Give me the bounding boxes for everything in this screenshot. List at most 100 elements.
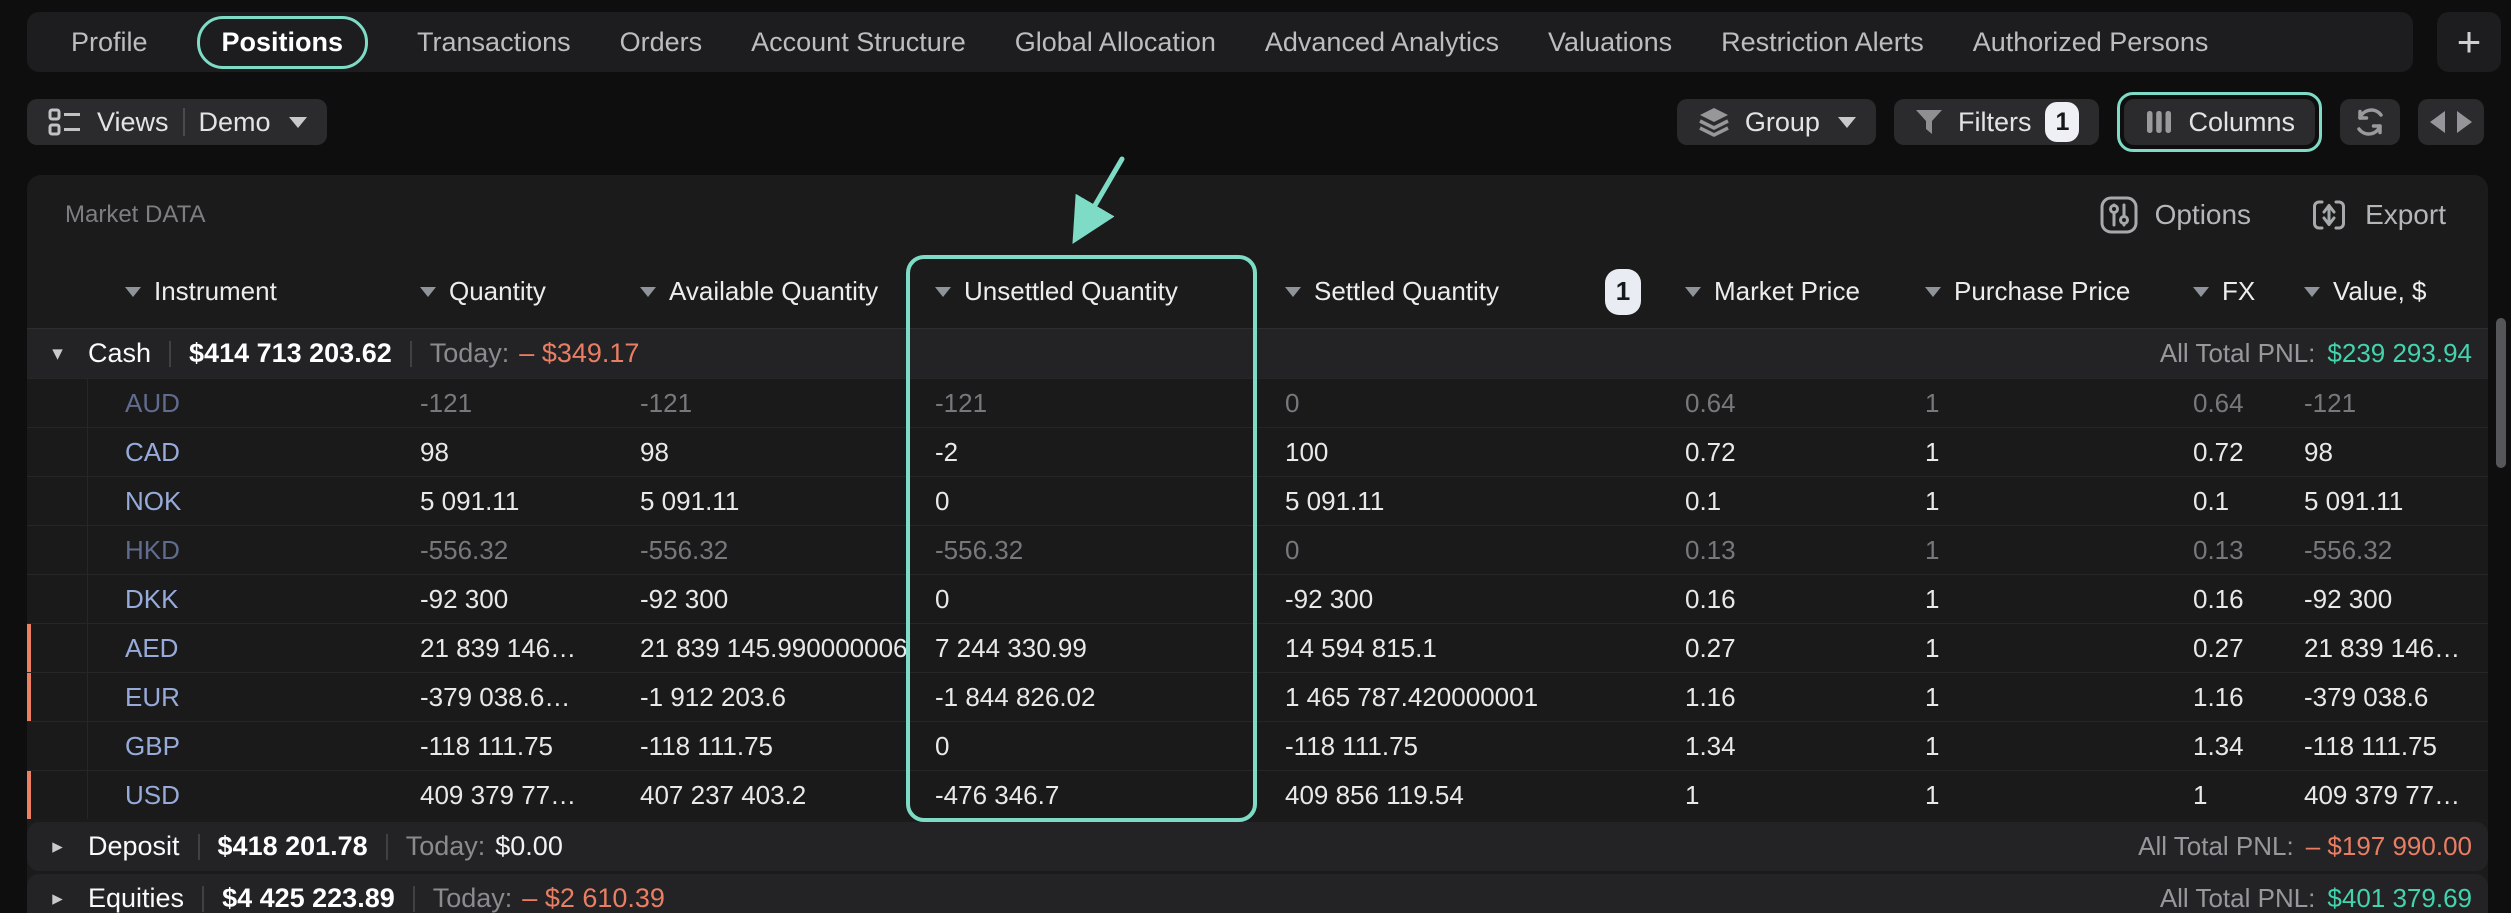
nav-tab-profile[interactable]: Profile [71,27,148,58]
column-header-fx[interactable]: FX [2145,255,2255,328]
column-header-instrument[interactable]: Instrument [88,255,400,328]
chevron-down-icon [1838,117,1856,128]
column-menu-caret-icon[interactable] [640,287,656,297]
nav-tab-account-structure[interactable]: Account Structure [751,27,966,58]
column-menu-caret-icon[interactable] [1925,287,1941,297]
group-row-equities[interactable]: ▸ Equities $4 425 223.89 Today: – $2 610… [27,874,2488,913]
row-select-cell[interactable] [27,771,88,819]
views-button[interactable]: Views Demo [27,99,327,145]
refresh-icon [2352,105,2388,139]
filters-button[interactable]: Filters 1 [1894,99,2100,145]
row-hkd[interactable]: HKD -556.32 -556.32 -556.32 0 0.13 1 0.1… [27,525,2488,574]
row-select-cell[interactable] [27,722,88,770]
group-total-pnl: All Total PNL: $239 293.94 [2160,338,2472,369]
column-header-unsettled[interactable]: Unsettled Quantity [908,255,1255,328]
column-header-market_price[interactable]: Market Price [1655,255,1895,328]
column-menu-caret-icon[interactable] [125,287,141,297]
cell-purchase-price: 1 [1895,486,2145,517]
cell-market-price: 0.1 [1655,486,1895,517]
column-menu-caret-icon[interactable] [935,287,951,297]
export-button[interactable]: Export [2309,195,2446,235]
refresh-button[interactable] [2340,99,2400,145]
export-label: Export [2365,199,2446,231]
group-pnl-label: All Total PNL: [2160,338,2316,369]
column-menu-caret-icon[interactable] [420,287,436,297]
cell-quantity: 5 091.11 [400,486,605,517]
cell-available-quantity: -1 912 203.6 [605,682,908,713]
row-usd[interactable]: USD 409 379 77… 407 237 403.2 -476 346.7… [27,770,2488,819]
cell-settled-quantity: 14 594 815.1 [1255,633,1655,664]
row-dkk[interactable]: DKK -92 300 -92 300 0 -92 300 0.16 1 0.1… [27,574,2488,623]
group-row-deposit[interactable]: ▸ Deposit $418 201.78 Today: $0.00 All T… [27,822,2488,871]
group-expand-caret-icon[interactable]: ▸ [27,886,88,911]
group-pnl-value: $239 293.94 [2327,338,2472,369]
cell-market-price: 0.72 [1655,437,1895,468]
cell-unsettled-quantity: -476 346.7 [908,780,1255,811]
page-right-icon[interactable] [2457,111,2472,133]
cell-instrument: EUR [88,682,400,713]
cell-settled-quantity: 0 [1255,388,1655,419]
nav-tab-positions[interactable]: Positions [197,16,369,69]
columns-button[interactable]: Columns [2124,99,2315,145]
row-select-cell[interactable] [27,673,88,721]
column-header-label: Purchase Price [1954,276,2130,307]
column-menu-caret-icon[interactable] [2193,287,2209,297]
cell-market-price: 1.16 [1655,682,1895,713]
nav-tab-orders[interactable]: Orders [620,27,703,58]
group-name: Deposit [88,831,180,862]
options-button[interactable]: Options [2099,195,2252,235]
group-button[interactable]: Group [1677,99,1876,145]
cell-unsettled-quantity: -556.32 [908,535,1255,566]
row-aud[interactable]: AUD -121 -121 -121 0 0.64 1 0.64 -121 [27,378,2488,427]
column-header-quantity[interactable]: Quantity [400,255,605,328]
cell-value: 5 091.11 [2255,486,2488,517]
row-select-cell[interactable] [27,428,88,476]
cell-purchase-price: 1 [1895,731,2145,762]
column-menu-caret-icon[interactable] [1285,287,1301,297]
nav-tab-global-allocation[interactable]: Global Allocation [1015,27,1216,58]
row-aed[interactable]: AED 21 839 146… 21 839 145.990000006 7 2… [27,623,2488,672]
cell-value: -121 [2255,388,2488,419]
cell-fx: 0.13 [2145,535,2255,566]
divider [202,886,204,912]
column-header-settled[interactable]: Settled Quantity 1 [1255,255,1655,328]
column-header-purchase_price[interactable]: Purchase Price [1895,255,2145,328]
cell-instrument: GBP [88,731,400,762]
group-expand-caret-icon[interactable]: ▸ [27,834,88,859]
group-row-cash[interactable]: ▾ Cash $414 713 203.62 Today: – $349.17 … [27,329,2488,378]
group-pnl-value: $401 379.69 [2327,883,2472,913]
group-expand-caret-icon[interactable]: ▾ [27,341,88,366]
row-eur[interactable]: EUR -379 038.6… -1 912 203.6 -1 844 826.… [27,672,2488,721]
column-header-available[interactable]: Available Quantity [605,255,908,328]
vertical-scrollbar-thumb[interactable] [2496,318,2506,468]
row-select-cell[interactable] [27,379,88,427]
header-spacer [27,255,88,328]
cell-available-quantity: -556.32 [605,535,908,566]
nav-tab-advanced-analytics[interactable]: Advanced Analytics [1265,27,1499,58]
chevron-down-icon [289,117,307,128]
column-menu-caret-icon[interactable] [1685,287,1701,297]
row-select-cell[interactable] [27,477,88,525]
nav-tab-authorized-persons[interactable]: Authorized Persons [1973,27,2209,58]
nav-tab-valuations[interactable]: Valuations [1548,27,1672,58]
row-gbp[interactable]: GBP -118 111.75 -118 111.75 0 -118 111.7… [27,721,2488,770]
row-nok[interactable]: NOK 5 091.11 5 091.11 0 5 091.11 0.1 1 0… [27,476,2488,525]
cell-fx: 0.16 [2145,584,2255,615]
cell-settled-quantity: 5 091.11 [1255,486,1655,517]
column-menu-caret-icon[interactable] [2304,287,2320,297]
nav-tab-transactions[interactable]: Transactions [417,27,571,58]
cell-available-quantity: 407 237 403.2 [605,780,908,811]
row-select-cell[interactable] [27,526,88,574]
row-select-cell[interactable] [27,575,88,623]
nav-tab-restriction-alerts[interactable]: Restriction Alerts [1721,27,1924,58]
cell-fx: 1.16 [2145,682,2255,713]
columns-label: Columns [2188,107,2295,138]
add-tab-button[interactable]: + [2437,12,2501,72]
cell-quantity: -118 111.75 [400,731,605,762]
cell-market-price: 0.13 [1655,535,1895,566]
cell-settled-quantity: 100 [1255,437,1655,468]
row-select-cell[interactable] [27,624,88,672]
row-cad[interactable]: CAD 98 98 -2 100 0.72 1 0.72 98 [27,427,2488,476]
page-left-icon[interactable] [2430,111,2445,133]
column-header-value[interactable]: Value, $ [2255,255,2488,328]
